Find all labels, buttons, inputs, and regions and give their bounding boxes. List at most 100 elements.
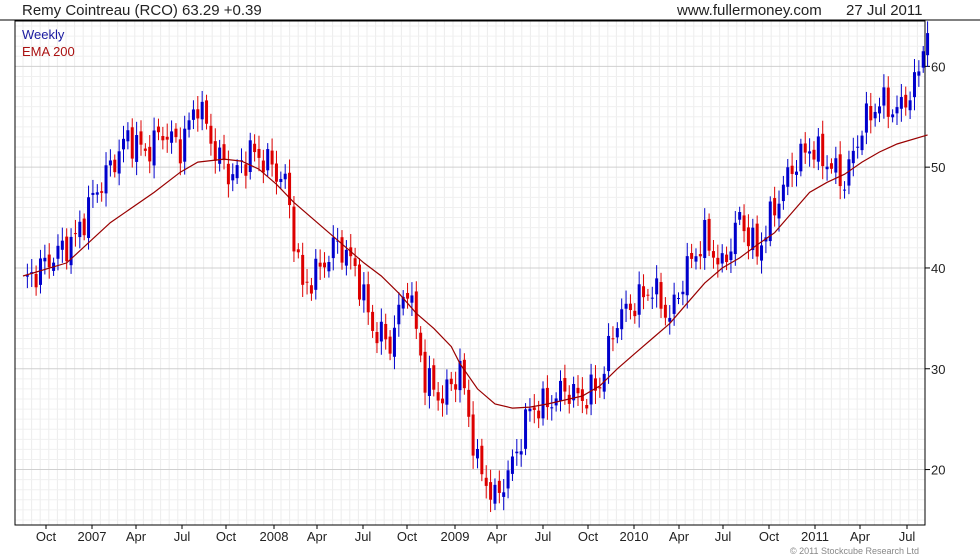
candle-body (703, 219, 707, 259)
candle-body (445, 379, 449, 405)
candle-body (69, 236, 73, 266)
candle-body (615, 328, 619, 338)
candle-body (550, 407, 554, 409)
candle-body (921, 51, 925, 68)
candle-body (340, 237, 344, 263)
candle-body (135, 135, 139, 162)
candle-body (559, 380, 563, 401)
candle-body (904, 94, 908, 108)
candle-body (384, 323, 388, 340)
candle-body (235, 165, 239, 179)
candle-body (178, 139, 182, 164)
x-tick-label: Jul (355, 529, 372, 544)
candle-body (432, 365, 436, 390)
candle-body (537, 410, 541, 419)
candle-body (414, 291, 418, 329)
candle-body (698, 254, 702, 257)
candle-body (637, 284, 641, 315)
candle-body (563, 378, 567, 392)
candle-body (825, 166, 829, 170)
x-tick-label: 2009 (441, 529, 470, 544)
candle-body (668, 317, 672, 322)
candle-body (34, 273, 38, 288)
candle-body (725, 254, 729, 263)
candle-body (786, 167, 790, 187)
candle-body (642, 286, 646, 298)
candle-body (917, 71, 921, 76)
candle-body (720, 253, 724, 264)
candle-body (231, 174, 235, 181)
candle-body (152, 130, 156, 166)
candle-body (611, 338, 615, 340)
candle-body (43, 257, 47, 262)
candle-body (126, 130, 130, 142)
candle-body (624, 303, 628, 309)
y-tick-label: 20 (931, 463, 945, 478)
candle-body (677, 297, 680, 299)
candle-body (257, 148, 261, 158)
candle-body (362, 284, 366, 301)
candle-body (711, 251, 715, 258)
candle-body (681, 291, 685, 295)
candle-body (113, 159, 117, 173)
x-tick-label: Apr (307, 529, 328, 544)
candle-body (690, 252, 694, 259)
candle-body (56, 245, 60, 259)
candle-body (279, 178, 283, 183)
candle-body (729, 251, 733, 261)
candle-body (130, 127, 134, 159)
candle-body (371, 311, 375, 331)
candle-body (672, 294, 676, 314)
y-tick-label: 40 (931, 261, 945, 276)
candle-body (274, 163, 278, 182)
x-tick-label: Oct (578, 529, 599, 544)
candle-body (222, 144, 226, 161)
candle-body (388, 336, 392, 354)
candle-body (441, 398, 445, 404)
candle-body (196, 109, 200, 119)
candle-body (873, 111, 877, 119)
candle-body (799, 143, 803, 172)
x-tick-label: 2011 (801, 529, 829, 544)
candle-body (707, 218, 711, 251)
candle-body (323, 262, 327, 268)
candle-body (82, 218, 86, 236)
candle-body (755, 223, 759, 257)
candle-body (650, 297, 654, 299)
candle-body (733, 222, 737, 255)
candle-body (685, 256, 689, 296)
candle-body (838, 154, 842, 187)
candle-body (532, 407, 536, 410)
candle-body (65, 236, 69, 262)
candle-body (895, 107, 899, 114)
candle-body (912, 72, 916, 98)
candle-body (484, 477, 488, 486)
candle-body (379, 321, 383, 342)
legend-ema: EMA 200 (22, 44, 75, 59)
candle-body (742, 215, 746, 232)
candle-body (410, 295, 414, 303)
candle-body (506, 470, 510, 489)
candle-body (78, 221, 82, 238)
candle-body (226, 163, 230, 185)
candle-body (882, 87, 886, 106)
candle-body (200, 101, 204, 120)
candle-body (427, 368, 431, 397)
candle-body (480, 445, 484, 475)
candle-body (812, 149, 816, 160)
candle-body (244, 164, 248, 176)
candle-body (497, 480, 501, 493)
candle-body (598, 387, 602, 389)
x-tick-label: Jul (535, 529, 552, 544)
x-tick-label: Apr (126, 529, 147, 544)
candle-body (419, 332, 423, 356)
candle-body (266, 149, 270, 171)
candle-body (502, 492, 506, 497)
candle-body (471, 414, 475, 456)
candle-body (646, 294, 650, 296)
x-tick-label: Apr (850, 529, 871, 544)
x-tick-label: Jul (899, 529, 916, 544)
candle-body (454, 384, 458, 390)
candle-body (95, 192, 99, 195)
legend-weekly: Weekly (22, 27, 65, 42)
